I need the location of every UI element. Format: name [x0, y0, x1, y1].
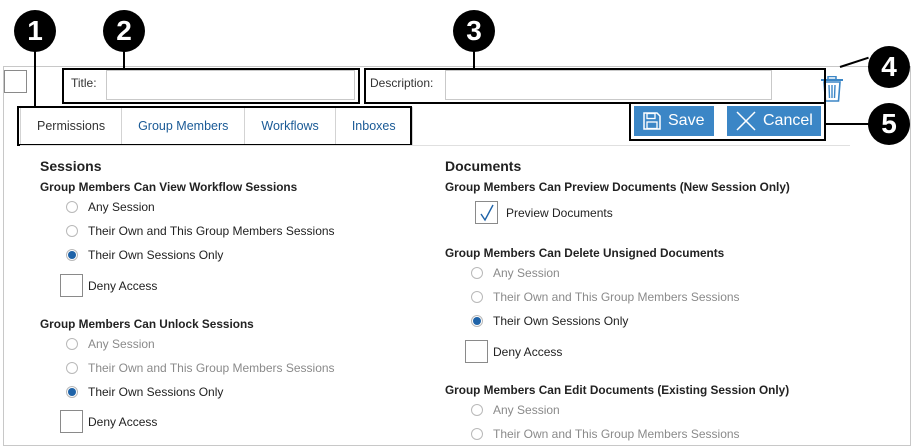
option-label: Any Session	[88, 337, 155, 351]
unlock-deny-access[interactable]: Deny Access	[60, 410, 157, 433]
deny-access-checkbox[interactable]	[60, 274, 83, 297]
callout-3-connector	[473, 50, 475, 69]
option-label: Any Session	[493, 403, 560, 417]
callout-2-connector	[123, 50, 125, 69]
edit-documents-heading: Group Members Can Edit Documents (Existi…	[445, 383, 790, 397]
unlock-sessions-heading: Group Members Can Unlock Sessions	[40, 317, 254, 331]
callout-badge-1: 1	[14, 10, 56, 52]
callout-1-highlight	[17, 106, 412, 146]
header-divider	[20, 145, 850, 146]
deny-access-checkbox[interactable]	[465, 340, 488, 363]
view-deny-access[interactable]: Deny Access	[60, 274, 157, 297]
checkmark-icon	[479, 204, 494, 221]
preview-documents-checkbox[interactable]	[475, 201, 498, 224]
radio-button[interactable]	[66, 225, 78, 237]
radio-button[interactable]	[66, 362, 78, 374]
view-option-any[interactable]: Any Session	[66, 200, 155, 214]
edit-option-any[interactable]: Any Session	[471, 403, 560, 417]
unlock-option-any[interactable]: Any Session	[66, 337, 155, 351]
view-option-own-and-group[interactable]: Their Own and This Group Members Session…	[66, 224, 335, 238]
option-label: Their Own and This Group Members Session…	[88, 361, 335, 375]
radio-button[interactable]	[66, 201, 78, 213]
radio-button-selected[interactable]	[66, 386, 78, 398]
radio-button[interactable]	[471, 404, 483, 416]
callout-5-highlight	[629, 102, 826, 141]
callout-5-connector	[826, 123, 869, 125]
callout-3-highlight	[364, 68, 826, 104]
deny-access-checkbox[interactable]	[60, 410, 83, 433]
option-label: Their Own Sessions Only	[493, 314, 629, 328]
option-label: Their Own and This Group Members Session…	[493, 427, 740, 441]
option-label: Any Session	[493, 266, 560, 280]
radio-button[interactable]	[66, 338, 78, 350]
preview-documents-label: Preview Documents	[506, 205, 613, 220]
view-sessions-heading: Group Members Can View Workflow Sessions	[40, 180, 298, 194]
callout-badge-5: 5	[868, 103, 910, 145]
delete-documents-heading: Group Members Can Delete Unsigned Docume…	[445, 246, 725, 260]
option-label: Their Own and This Group Members Session…	[88, 224, 335, 238]
option-label: Their Own Sessions Only	[88, 385, 224, 399]
deny-access-label: Deny Access	[493, 344, 563, 359]
edit-option-own-and-group[interactable]: Their Own and This Group Members Session…	[471, 427, 740, 441]
option-label: Any Session	[88, 200, 155, 214]
select-checkbox[interactable]	[4, 70, 27, 93]
unlock-option-own-only[interactable]: Their Own Sessions Only	[66, 385, 223, 399]
preview-documents-heading: Group Members Can Preview Documents (New…	[445, 180, 790, 194]
delete-option-own-and-group[interactable]: Their Own and This Group Members Session…	[471, 290, 740, 304]
delete-option-any[interactable]: Any Session	[471, 266, 560, 280]
radio-button-selected[interactable]	[471, 315, 483, 327]
delete-deny-access[interactable]: Deny Access	[465, 340, 562, 363]
callout-1-connector	[34, 50, 36, 108]
preview-documents-option[interactable]: Preview Documents	[475, 201, 613, 224]
deny-access-label: Deny Access	[88, 414, 158, 429]
callout-badge-3: 3	[453, 10, 495, 52]
delete-option-own-only[interactable]: Their Own Sessions Only	[471, 314, 628, 328]
callout-badge-4: 4	[868, 46, 910, 88]
radio-button[interactable]	[471, 267, 483, 279]
radio-button[interactable]	[471, 291, 483, 303]
option-label: Their Own Sessions Only	[88, 248, 224, 262]
radio-button[interactable]	[471, 428, 483, 440]
unlock-option-own-and-group[interactable]: Their Own and This Group Members Session…	[66, 361, 335, 375]
callout-badge-2: 2	[103, 10, 145, 52]
view-option-own-only[interactable]: Their Own Sessions Only	[66, 248, 223, 262]
option-label: Their Own and This Group Members Session…	[493, 290, 740, 304]
callout-2-highlight	[62, 68, 360, 104]
deny-access-label: Deny Access	[88, 278, 158, 293]
radio-button-selected[interactable]	[66, 249, 78, 261]
sessions-heading: Sessions	[40, 158, 102, 174]
documents-heading: Documents	[445, 158, 522, 174]
